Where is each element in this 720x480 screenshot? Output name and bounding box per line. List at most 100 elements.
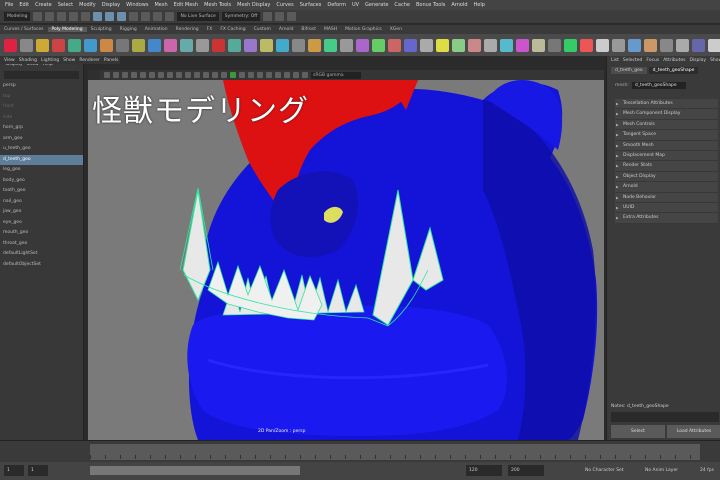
shelf-tool-icon[interactable] [20, 38, 33, 52]
attribute-section[interactable]: Node Behavior [615, 192, 718, 203]
attr-menu-show[interactable]: Show [710, 58, 720, 63]
shelf-tab-arnold[interactable]: Arnold [275, 27, 298, 32]
outliner-item[interactable]: eye_geo [0, 218, 83, 229]
menu-uv[interactable]: UV [349, 2, 362, 8]
attribute-section[interactable]: Mesh Component Display [615, 109, 718, 120]
anim-layer-menu[interactable]: No Anim Layer [645, 465, 678, 476]
camera-select-icon[interactable] [104, 72, 110, 78]
shelf-tool-icon[interactable] [196, 38, 209, 52]
attribute-section[interactable]: Mesh Controls [615, 119, 718, 131]
shelf-tool-icon[interactable] [372, 38, 385, 52]
fps-menu[interactable]: 24 fps [700, 465, 714, 476]
notes-field[interactable] [611, 412, 719, 422]
attribute-section[interactable]: UUID [615, 202, 718, 214]
shelf-tool-icon[interactable] [676, 38, 689, 52]
workspace-menu[interactable]: Modeling [4, 12, 31, 21]
shelf-tool-icon[interactable] [116, 38, 129, 52]
select-by-hierarchy-icon[interactable] [93, 12, 103, 21]
save-scene-icon[interactable] [57, 12, 67, 21]
attr-menu-list[interactable]: List [611, 58, 619, 63]
shelf-tool-icon[interactable] [532, 38, 545, 52]
shelf-tool-icon[interactable] [36, 38, 49, 52]
shelf-tool-icon[interactable] [452, 38, 465, 52]
undo-icon[interactable] [69, 12, 79, 21]
shelf-tool-icon[interactable] [644, 38, 657, 52]
bookmark-icon[interactable] [122, 72, 128, 78]
shelf-tool-icon[interactable] [292, 38, 305, 52]
shelf-tool-icon[interactable] [212, 38, 225, 52]
menu-modify[interactable]: Modify [76, 2, 99, 8]
film-gate-icon[interactable] [149, 72, 155, 78]
shelf-tool-icon[interactable] [308, 38, 321, 52]
panel-menu-show[interactable]: Show [63, 58, 75, 63]
shelf-tab-xgen[interactable]: XGen [386, 27, 406, 32]
shelf-tool-icon[interactable] [436, 38, 449, 52]
use-all-lights-icon[interactable] [230, 72, 236, 78]
symmetry-field[interactable]: Symmetry: Off [221, 12, 261, 21]
shelf-tool-icon[interactable] [68, 38, 81, 52]
ambient-occlusion-icon[interactable] [248, 72, 254, 78]
isolate-select-icon[interactable] [275, 72, 281, 78]
xray-icon[interactable] [284, 72, 290, 78]
xray-joints-icon[interactable] [293, 72, 299, 78]
field-chart-icon[interactable] [176, 72, 182, 78]
open-scene-icon[interactable] [45, 12, 55, 21]
new-scene-icon[interactable] [33, 12, 43, 21]
outliner-item[interactable]: throat_geo [0, 239, 83, 250]
shelf-tool-icon[interactable] [484, 38, 497, 52]
render-icon[interactable] [263, 12, 273, 21]
smooth-shade-icon[interactable] [203, 72, 209, 78]
color-management-icon[interactable] [302, 72, 308, 78]
grid-icon[interactable] [140, 72, 146, 78]
attr-menu-selected[interactable]: Selected [623, 58, 643, 63]
live-surface-field[interactable]: No Live Surface [177, 12, 219, 21]
image-plane-icon[interactable] [131, 72, 137, 78]
attr-menu-focus[interactable]: Focus [646, 58, 659, 63]
node-tab[interactable]: d_teeth_geo [611, 66, 647, 74]
shelf-tab-bifrost[interactable]: Bifrost [297, 27, 320, 32]
panel-menu-shading[interactable]: Shading [19, 58, 37, 63]
shelf-tab-animation[interactable]: Animation [141, 27, 172, 32]
menu-bonus-tools[interactable]: Bonus Tools [413, 2, 448, 8]
snap-surface-icon[interactable] [165, 12, 175, 21]
safe-action-icon[interactable] [185, 72, 191, 78]
attribute-section[interactable]: Tangent Space [615, 130, 718, 141]
outliner-item[interactable]: defaultLightSet [0, 249, 83, 260]
select-by-component-icon[interactable] [117, 12, 127, 21]
panel-menu-view[interactable]: View [4, 58, 15, 63]
panel-menu-lighting[interactable]: Lighting [41, 58, 59, 63]
shelf-tool-icon[interactable] [388, 38, 401, 52]
color-space-field[interactable]: sRGB gamma [311, 71, 361, 79]
shelf-tool-icon[interactable] [148, 38, 161, 52]
menu-mesh-display[interactable]: Mesh Display [234, 2, 273, 8]
shelf-tab-poly-modeling[interactable]: Poly Modeling [47, 27, 87, 32]
outliner-item[interactable]: persp [0, 81, 83, 92]
outliner-item[interactable]: d_teeth_geo [0, 154, 83, 165]
character-set-menu[interactable]: No Character Set [585, 465, 624, 476]
menu-display[interactable]: Display [99, 2, 123, 8]
mesh-name-field[interactable]: d_teeth_geoShape [631, 81, 686, 89]
shelf-tool-icon[interactable] [356, 38, 369, 52]
playback-range-bar[interactable] [90, 466, 300, 475]
start-time-field[interactable]: 1 [4, 465, 24, 476]
shelf-tool-icon[interactable] [580, 38, 593, 52]
outliner-item[interactable]: horn_grp [0, 123, 83, 134]
shelf-tab-sculpting[interactable]: Sculpting [87, 27, 116, 32]
shelf-tool-icon[interactable] [612, 38, 625, 52]
load-attributes-button[interactable]: Load Attributes [667, 425, 720, 438]
attr-menu-attributes[interactable]: Attributes [663, 58, 685, 63]
shelf-tool-icon[interactable] [516, 38, 529, 52]
shelf-tool-icon[interactable] [324, 38, 337, 52]
redo-icon[interactable] [81, 12, 91, 21]
menu-mesh[interactable]: Mesh [151, 2, 170, 8]
outliner-item[interactable]: jaw_geo [0, 207, 83, 218]
shelf-tab-rendering[interactable]: Rendering [172, 27, 203, 32]
shelf-tool-icon[interactable] [692, 38, 705, 52]
snap-curve-icon[interactable] [141, 12, 151, 21]
resolution-gate-icon[interactable] [158, 72, 164, 78]
menu-mesh-tools[interactable]: Mesh Tools [201, 2, 234, 8]
attribute-section[interactable]: Displacement Map [615, 150, 718, 162]
snap-point-icon[interactable] [153, 12, 163, 21]
outliner-item[interactable]: tooth_geo [0, 186, 83, 197]
menu-cache[interactable]: Cache [391, 2, 413, 8]
